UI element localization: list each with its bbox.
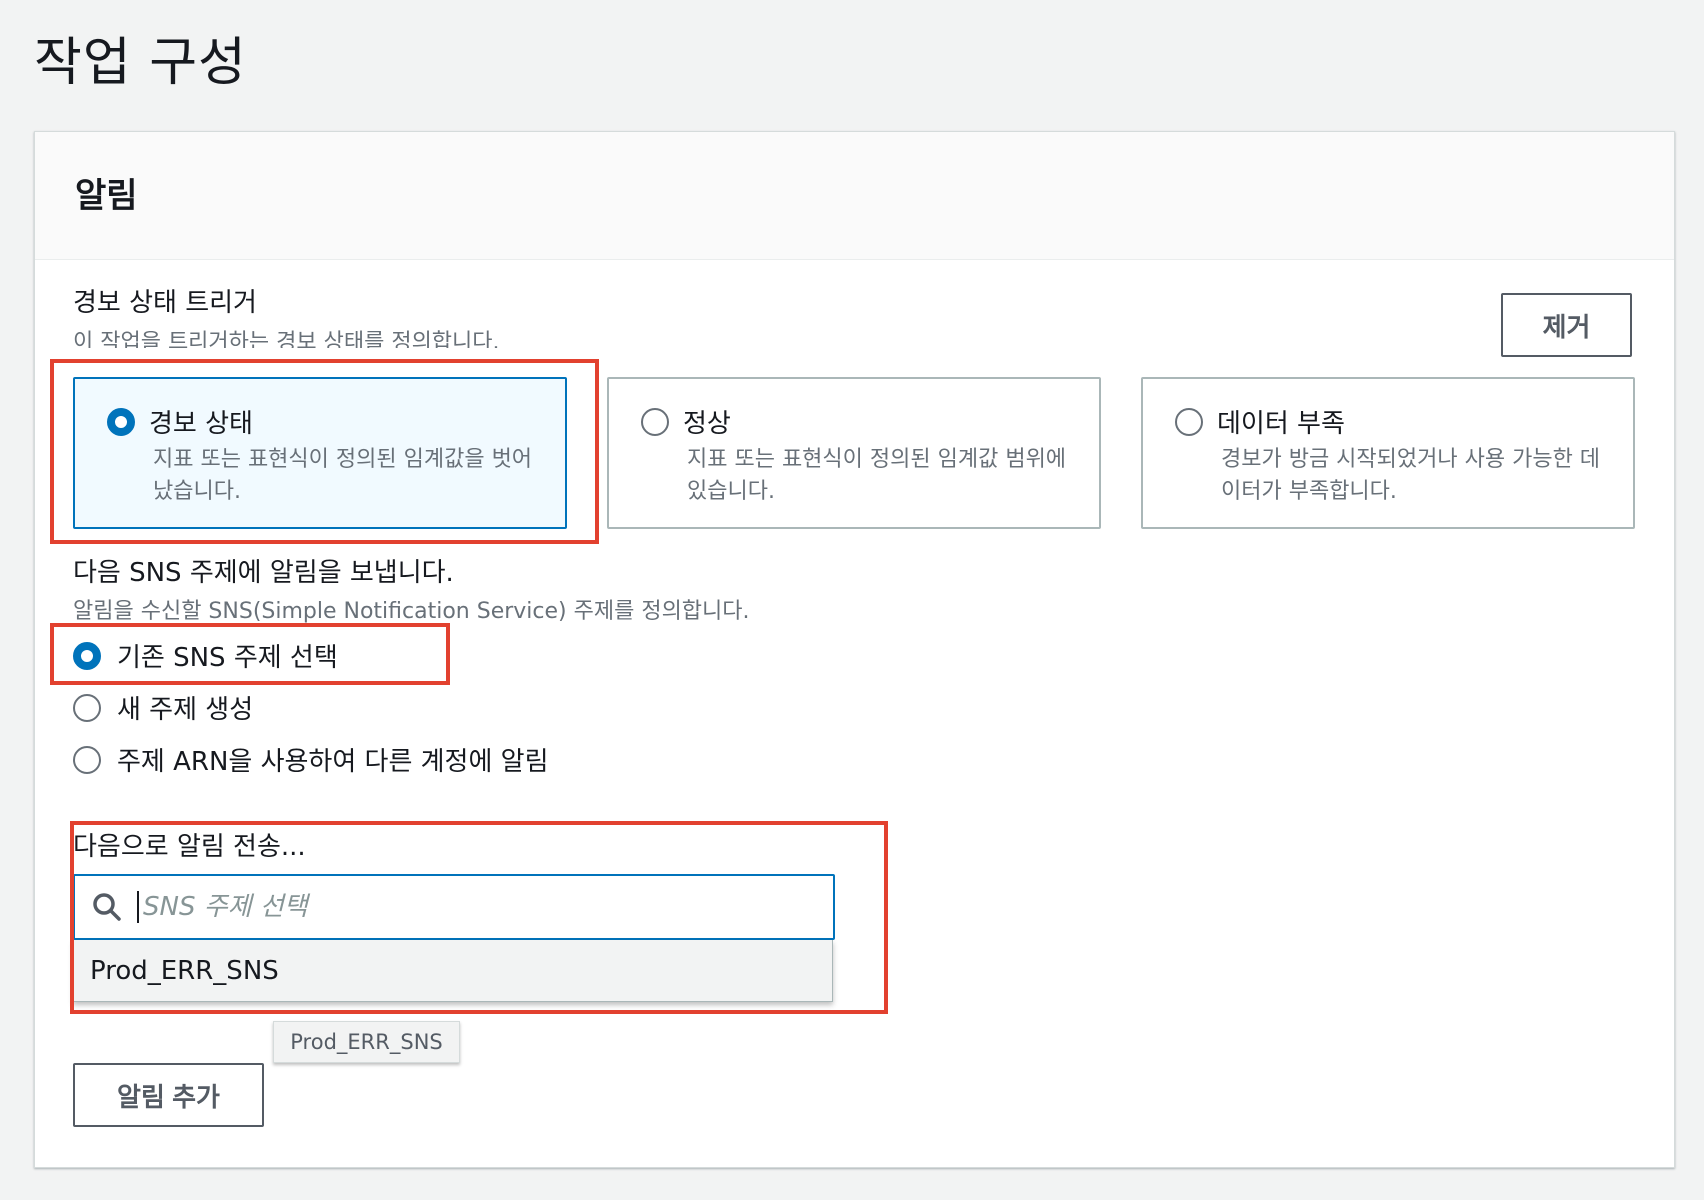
radio-unchecked-icon[interactable] — [73, 693, 101, 722]
tile-title: 경보 상태 — [149, 409, 253, 439]
tile-description: 지표 또는 표현식이 정의된 임계값을 벗어났습니다. — [153, 447, 533, 504]
radio-unchecked-icon[interactable] — [641, 407, 669, 436]
sns-topic-input[interactable] — [137, 891, 817, 923]
tile-title: 정상 — [683, 409, 731, 439]
tile-ok-state[interactable]: 정상 지표 또는 표현식이 정의된 임계값 범위에 있습니다. — [607, 377, 1101, 529]
radio-label: 새 주제 생성 — [117, 695, 254, 725]
tile-alarm-state[interactable]: 경보 상태 지표 또는 표현식이 정의된 임계값을 벗어났습니다. — [73, 377, 567, 529]
tile-description: 경보가 방금 시작되었거나 사용 가능한 데이터가 부족합니다. — [1221, 447, 1601, 504]
radio-checked-icon[interactable] — [107, 407, 135, 436]
panel-title: 알림 — [75, 176, 138, 216]
tile-title: 데이터 부족 — [1217, 409, 1345, 439]
radio-new-topic[interactable]: 새 주제 생성 — [73, 689, 253, 726]
notification-panel: 알림 경보 상태 트리거 이 작업을 트리거하는 경보 상태를 정의합니다. 제… — [34, 131, 1675, 1168]
radio-label: 기존 SNS 주제 선택 — [117, 643, 338, 673]
sns-label: 다음 SNS 주제에 알림을 보냅니다. — [73, 558, 454, 588]
dropdown-option-label: Prod_ERR_SNS — [90, 955, 279, 986]
trigger-label: 경보 상태 트리거 — [73, 288, 257, 318]
panel-header: 알림 — [35, 132, 1674, 260]
tile-insufficient-data[interactable]: 데이터 부족 경보가 방금 시작되었거나 사용 가능한 데이터가 부족합니다. — [1141, 377, 1635, 529]
radio-unchecked-icon[interactable] — [73, 745, 101, 774]
sns-description: 알림을 수신할 SNS(Simple Notification Service)… — [73, 599, 750, 624]
tooltip: Prod_ERR_SNS — [273, 1021, 460, 1063]
radio-existing-topic[interactable]: 기존 SNS 주제 선택 — [73, 637, 338, 674]
radio-unchecked-icon[interactable] — [1175, 407, 1203, 436]
radio-checked-icon[interactable] — [73, 641, 101, 670]
trigger-description: 이 작업을 트리거하는 경보 상태를 정의합니다. — [73, 330, 500, 348]
remove-button[interactable]: 제거 — [1501, 293, 1632, 357]
dropdown-option[interactable]: Prod_ERR_SNS — [73, 940, 833, 1002]
add-notification-button[interactable]: 알림 추가 — [73, 1063, 264, 1127]
radio-topic-arn[interactable]: 주제 ARN을 사용하여 다른 계정에 알림 — [73, 741, 549, 778]
sns-topic-search[interactable] — [73, 874, 835, 940]
search-icon — [93, 893, 121, 921]
radio-label: 주제 ARN을 사용하여 다른 계정에 알림 — [117, 747, 549, 777]
tile-description: 지표 또는 표현식이 정의된 임계값 범위에 있습니다. — [687, 447, 1067, 504]
page-title: 작업 구성 — [34, 33, 247, 93]
send-to-label: 다음으로 알림 전송... — [73, 832, 306, 862]
